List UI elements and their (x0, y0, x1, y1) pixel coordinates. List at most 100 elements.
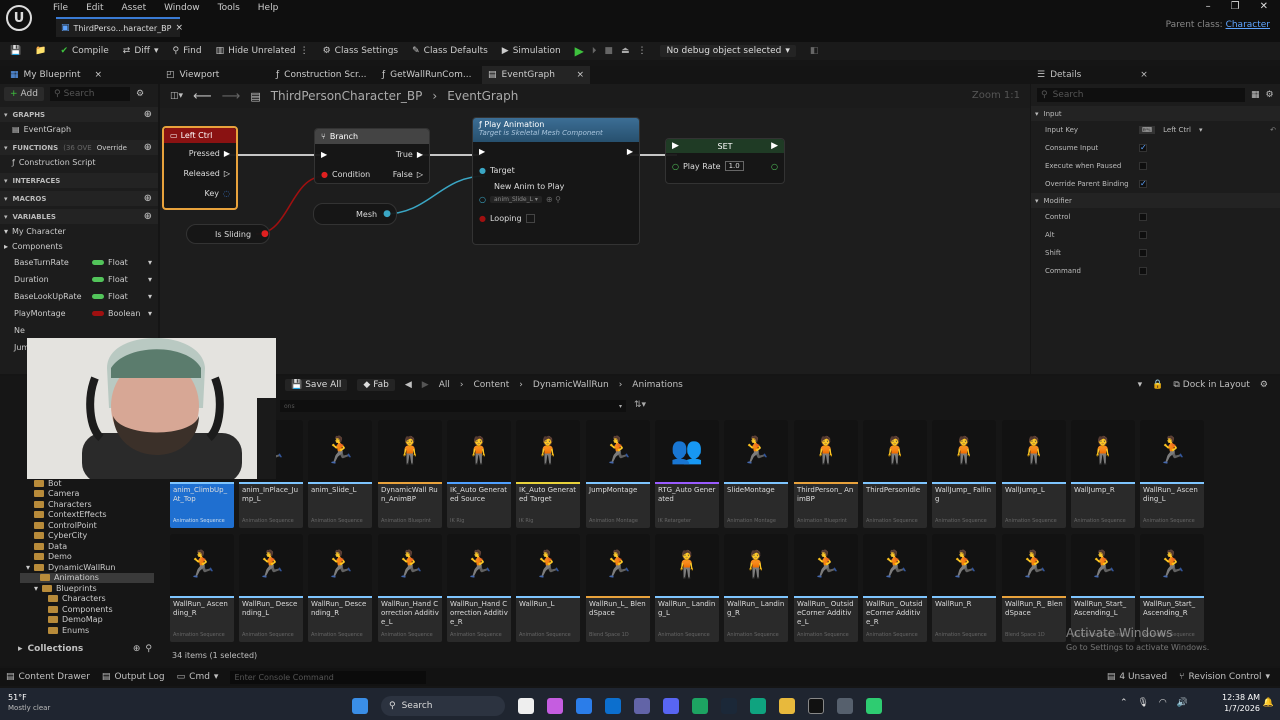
input-key-select[interactable]: ⌨ Left Ctrl ▾ (1139, 126, 1202, 134)
menu-asset[interactable]: Asset (113, 1, 156, 15)
folder-item[interactable]: DemoMap (20, 615, 154, 626)
diff-button[interactable]: ⇄ Diff ▾ (123, 46, 159, 56)
folder-item[interactable]: ContextEffects (20, 510, 154, 521)
pin-play-rate[interactable]: ○ Play Rate 1.0 ○ (666, 153, 784, 179)
folder-item[interactable]: Components (20, 604, 154, 615)
forward-arrow-icon[interactable]: ⟶ (222, 89, 241, 104)
store-icon[interactable] (576, 698, 592, 714)
pin-released[interactable]: Released ▷ (164, 163, 236, 183)
execute-paused-checkbox[interactable] (1139, 162, 1147, 170)
asset-tile[interactable]: 🧍 IK_Auto Generated Target IK Rig (516, 420, 580, 528)
asset-tile[interactable]: 🏃 WallRun_L Animation Sequence (516, 534, 580, 642)
anim-asset-select[interactable]: anim_Slide_L ▾ (489, 195, 542, 203)
browse-icon[interactable]: ⊕ ⚲ (546, 195, 561, 204)
category-components[interactable]: ▸ Components (0, 239, 158, 254)
compile-button[interactable]: ✔ Compile (60, 46, 108, 56)
menu-window[interactable]: Window (155, 1, 209, 15)
edge-icon[interactable] (605, 698, 621, 714)
pin-exec-true[interactable]: ▶ True ▶ (315, 144, 429, 164)
revision-control-button[interactable]: ⑂ Revision Control ▾ (1179, 672, 1270, 682)
asset-tile[interactable]: 🧍 WallJump_ Falling Animation Sequence (932, 420, 996, 528)
pin-new-anim[interactable]: ○ anim_Slide_L ▾ ⊕ ⚲ (473, 192, 639, 206)
breadcrumb-content[interactable]: Content (473, 380, 509, 390)
add-variable-icon[interactable]: ⊕ (144, 211, 152, 222)
add-function-icon[interactable]: ⊕ (144, 142, 152, 153)
asset-tile[interactable]: 🏃 SlideMontage Animation Montage (724, 420, 788, 528)
folder-item[interactable]: ControlPoint (20, 520, 154, 531)
details-search-field[interactable]: ⚲ Search (1037, 88, 1245, 102)
chevron-down-icon[interactable]: ▾ (1138, 380, 1143, 390)
copilot-icon[interactable] (547, 698, 563, 714)
settings-icon[interactable] (837, 698, 853, 714)
back-arrow-icon[interactable]: ⟵ (193, 89, 212, 104)
menu-file[interactable]: File (44, 1, 77, 15)
category-my-character[interactable]: ▾ My Character (0, 224, 158, 239)
browse-icon[interactable]: 📁 (35, 46, 46, 56)
menu-tools[interactable]: Tools (209, 1, 249, 15)
table-view-icon[interactable]: ▦ (1251, 90, 1260, 100)
more-icon[interactable]: ⋮ (637, 46, 646, 56)
breadcrumb-animations[interactable]: Animations (632, 380, 683, 390)
tab-construction-script[interactable]: ƒ Construction Scr... (270, 66, 372, 84)
node-left-ctrl[interactable]: ▭ Left Ctrl Pressed ▶ Released ▷ Key ◌ (162, 126, 238, 210)
tab-viewport[interactable]: ◰ Viewport (160, 66, 225, 84)
app-icon[interactable] (866, 698, 882, 714)
asset-tile[interactable]: 🧍 WallJump_L Animation Sequence (1002, 420, 1066, 528)
asset-tile[interactable]: 🏃 anim_Slide_L Animation Sequence (308, 420, 372, 528)
unreal-logo-icon[interactable]: U (6, 5, 32, 31)
asset-tile[interactable]: 🏃 WallRun_ OutsideCorner Additive_L Animat… (794, 534, 858, 642)
hide-unrelated-button[interactable]: ▥ Hide Unrelated ⋮ (216, 46, 309, 56)
asset-tile[interactable]: 🧍 WallRun_ Landing_R Animation Sequence (724, 534, 788, 642)
teams-icon[interactable] (634, 698, 650, 714)
taskbar-search[interactable]: ⚲ Search (381, 696, 505, 716)
folder-item[interactable]: Data (20, 541, 154, 552)
asset-tile[interactable]: 🏃 WallRun_ Ascending_L Animation Sequence (1140, 420, 1204, 528)
gear-icon[interactable]: ⚙ (1266, 90, 1274, 100)
asset-tile[interactable]: 🏃 WallRun_Hand Correction Additive_R Anima… (447, 534, 511, 642)
looping-checkbox[interactable] (525, 213, 535, 223)
folder-item[interactable]: Camera (20, 489, 154, 500)
simulation-button[interactable]: ▶ Simulation (502, 46, 561, 56)
folder-item[interactable]: CyberCity (20, 531, 154, 542)
debug-filter-icon[interactable]: ◧ (810, 46, 819, 56)
command-checkbox[interactable] (1139, 267, 1147, 275)
asset-tile[interactable]: 🧍 DynamicWall Run_AnimBP Animation Bluepri… (378, 420, 442, 528)
section-interfaces[interactable]: ▾ INTERFACES (0, 173, 158, 188)
steam-icon[interactable] (721, 698, 737, 714)
asset-tile[interactable]: 🧍 IK_Auto Generated Source IK Rig (447, 420, 511, 528)
variable-row-partial[interactable]: Ne (0, 322, 158, 339)
asset-tile[interactable]: 🧍 WallJump_R Animation Sequence (1071, 420, 1135, 528)
shift-checkbox[interactable] (1139, 249, 1147, 257)
add-button[interactable]: + Add (4, 87, 44, 101)
class-settings-button[interactable]: ⚙ Class Settings (323, 46, 399, 56)
section-functions[interactable]: ▾ FUNCTIONS (36 OVE Override ⊕ (0, 140, 158, 155)
chevron-down-icon[interactable]: ▾ (148, 275, 152, 284)
asset-tile[interactable]: 🏃 WallRun_ OutsideCorner Additive_R Animat… (863, 534, 927, 642)
sort-icon[interactable]: ⇅▾ (634, 400, 646, 410)
file-icon[interactable] (518, 698, 534, 714)
tab-getwallrun[interactable]: ƒ GetWallRunCom... (376, 66, 477, 84)
document-tab[interactable]: ▣ ThirdPerso...haracter_BP × (56, 17, 183, 37)
asset-tile[interactable]: 🏃 WallRun_ Descending_L Animation Sequence (239, 534, 303, 642)
unsaved-button[interactable]: ▤ 4 Unsaved (1107, 672, 1167, 682)
asset-tile[interactable]: 🧍 WallRun_ Landing_L Animation Sequence (655, 534, 719, 642)
pin-pressed[interactable]: Pressed ▶ (164, 143, 236, 163)
node-is-sliding[interactable]: Is Sliding ● (186, 224, 270, 244)
gear-icon[interactable]: ⚙ (136, 89, 144, 99)
clock[interactable]: 12:38 AM 1/7/2026 (1222, 692, 1260, 714)
content-drawer-button[interactable]: ▤ Content Drawer (6, 672, 90, 682)
asset-tile[interactable]: 👥 RTG_Auto Generated IK Retargeter (655, 420, 719, 528)
section-macros[interactable]: ▾ MACROS ⊕ (0, 191, 158, 206)
pin-looping[interactable]: ● Looping (473, 206, 639, 230)
console-input[interactable]: Enter Console Command (230, 670, 427, 684)
details-tab[interactable]: ☰ Details × (1031, 66, 1280, 84)
graph-item-eventgraph[interactable]: ▤ EventGraph (0, 122, 158, 137)
asset-tile[interactable]: 🏃 WallRun_R Animation Sequence (932, 534, 996, 642)
close-tab-icon[interactable]: × (175, 23, 183, 33)
alt-checkbox[interactable] (1139, 231, 1147, 239)
folder-icon[interactable] (779, 698, 795, 714)
node-set[interactable]: ▶ SET ▶ ○ Play Rate 1.0 ○ (665, 138, 785, 184)
folder-item-selected[interactable]: Animations (20, 572, 154, 583)
collections-header[interactable]: ▸ Collections ⊕ ⚲ (0, 644, 158, 654)
microphone-icon[interactable]: 🎙 (1137, 698, 1148, 708)
